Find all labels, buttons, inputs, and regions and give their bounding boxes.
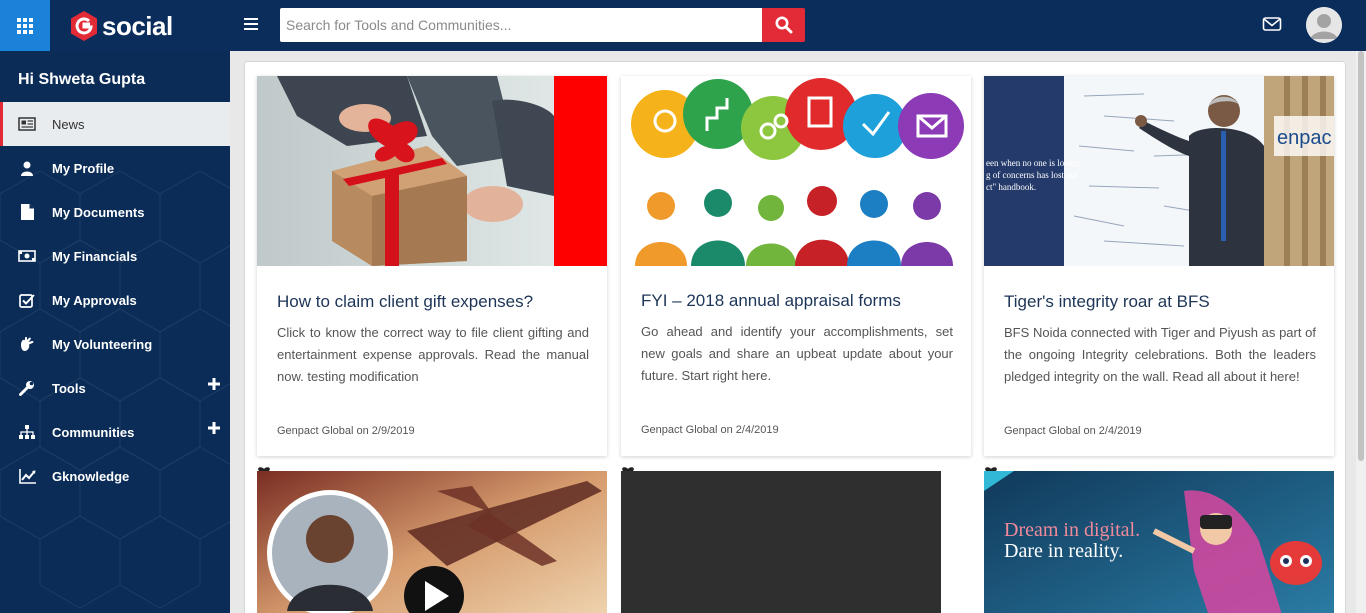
sidebar-item-label: News (52, 116, 85, 132)
card-title[interactable]: FYI – 2018 annual appraisal forms (641, 291, 961, 311)
card-author-date: Genpact Global on 2/4/2019 (641, 424, 779, 436)
card-title[interactable]: How to claim client gift expenses? (277, 292, 597, 312)
news-card[interactable]: enpac een when no one is lookin g of con… (984, 76, 1334, 456)
card-image-gift (257, 76, 607, 266)
sidebar-item-my-profile[interactable]: My Profile (0, 146, 230, 190)
main-content: How to claim client gift expenses? Click… (230, 51, 1366, 613)
whiteboard-text: een when no one is lookin (986, 158, 1081, 168)
scrollbar-thumb[interactable] (1358, 51, 1364, 461)
banner-line-1: Dream in digital. (1004, 519, 1141, 541)
menu-toggle-icon[interactable] (244, 18, 258, 30)
sidebar-item-my-financials[interactable]: My Financials (0, 234, 230, 278)
sidebar: Hi Shweta Gupta News My Profile My Docum… (0, 51, 230, 613)
card-image-integrity-wall: enpac een when no one is lookin g of con… (984, 76, 1334, 266)
news-card-dark[interactable] (621, 471, 941, 613)
news-card[interactable]: FYI – 2018 annual appraisal forms Go ahe… (621, 76, 971, 456)
sidebar-item-tools[interactable]: Tools (0, 366, 230, 410)
mail-icon[interactable] (1262, 16, 1282, 33)
brand-name: social (102, 10, 173, 41)
sidebar-item-my-approvals[interactable]: My Approvals (0, 278, 230, 322)
expand-plus-icon[interactable] (208, 378, 220, 390)
user-icon (18, 160, 36, 176)
sidebar-item-my-documents[interactable]: My Documents (0, 190, 230, 234)
sidebar-item-label: Gknowledge (52, 468, 130, 484)
sidebar-item-label: My Documents (52, 204, 145, 220)
whiteboard-text: g of concerns has lost out (986, 170, 1078, 180)
user-greeting: Hi Shweta Gupta (18, 71, 146, 88)
user-avatar-icon (1306, 7, 1342, 43)
news-card-video[interactable] (257, 471, 607, 613)
news-card-banner[interactable]: Dream in digital. Dare in reality. (984, 471, 1334, 613)
top-bar: social (0, 0, 1366, 51)
sidebar-item-label: My Approvals (52, 292, 137, 308)
sidebar-item-label: Tools (52, 380, 86, 396)
document-icon (18, 204, 36, 220)
news-card[interactable]: How to claim client gift expenses? Click… (257, 76, 607, 456)
sidebar-nav: News My Profile My Documents My Financia… (0, 102, 230, 498)
sidebar-item-label: My Profile (52, 160, 115, 176)
main-scrollbar[interactable] (1356, 51, 1366, 613)
checkbox-icon (18, 292, 36, 308)
money-icon (18, 248, 36, 264)
card-image-airplane (257, 471, 607, 613)
banner-line-2: Dare in reality. (1004, 540, 1124, 562)
sidebar-item-label: My Volunteering (52, 336, 153, 352)
newspaper-icon (18, 116, 36, 132)
whiteboard-text: ct" handbook. (986, 182, 1036, 192)
whiteboard-brand-fragment: enpac (1277, 127, 1332, 149)
search-input[interactable] (280, 8, 762, 42)
expand-plus-icon[interactable] (208, 422, 220, 434)
sidebar-item-label: Communities (52, 424, 135, 440)
sidebar-item-news[interactable]: News (0, 102, 230, 146)
sidebar-item-my-volunteering[interactable]: My Volunteering (0, 322, 230, 366)
card-image-speech-bubbles (621, 76, 971, 266)
sidebar-item-communities[interactable]: Communities (0, 410, 230, 454)
sitemap-icon (18, 424, 36, 440)
search-icon (775, 16, 792, 34)
card-title[interactable]: Tiger's integrity roar at BFS (1004, 292, 1324, 312)
card-author-date: Genpact Global on 2/9/2019 (277, 425, 415, 437)
card-description: Click to know the correct way to file cl… (277, 325, 589, 384)
apps-grid-icon (17, 17, 33, 34)
search-button[interactable] (762, 8, 805, 42)
card-author-date: Genpact Global on 2/4/2019 (1004, 425, 1142, 437)
apps-grid-button[interactable] (0, 0, 50, 51)
wrench-icon (18, 380, 36, 396)
user-avatar[interactable] (1306, 7, 1342, 43)
sidebar-item-label: My Financials (52, 248, 138, 264)
chart-icon (18, 468, 36, 484)
card-description: Go ahead and identify your accomplishmen… (641, 324, 953, 383)
sidebar-item-gknowledge[interactable]: Gknowledge (0, 454, 230, 498)
card-description: BFS Noida connected with Tiger and Piyus… (1004, 325, 1316, 384)
hand-icon (18, 336, 36, 352)
brand-logo[interactable]: social (70, 9, 173, 43)
g-logo-icon (71, 11, 97, 41)
